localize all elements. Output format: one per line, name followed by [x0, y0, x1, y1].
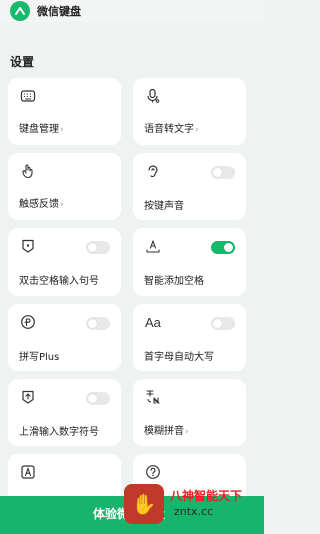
swipe-up-icon — [20, 389, 36, 405]
microphone-icon — [145, 88, 161, 104]
smart-space-toggle[interactable] — [211, 241, 235, 254]
app-title: 微信键盘 — [37, 5, 81, 18]
chevron-right-icon: › — [60, 125, 64, 135]
card-swipe-numbers: 上滑输入数字符号 — [8, 379, 121, 446]
auto-capitalize-toggle[interactable] — [211, 317, 235, 330]
card-voice-to-text[interactable]: 语音转文字› — [133, 78, 246, 145]
card-smart-space: 智能添加空格 — [133, 228, 246, 296]
watermark-line2: zntx.cc — [174, 505, 214, 518]
chevron-right-icon: › — [195, 125, 199, 135]
spell-plus-icon — [20, 314, 36, 330]
card-fuzzy-pinyin[interactable]: 模糊拼音› — [133, 379, 246, 446]
double-space-label: 双击空格输入句号 — [19, 276, 99, 287]
help-icon — [145, 464, 161, 480]
haptic-feedback-label: 触感反馈 — [19, 199, 59, 210]
card-auto-capitalize: Aa 首字母自动大写 — [133, 304, 246, 371]
smart-space-label: 智能添加空格 — [144, 276, 204, 287]
pinyin-plus-toggle[interactable] — [86, 317, 110, 330]
chevron-right-icon: › — [185, 427, 189, 437]
aa-icon: Aa — [145, 314, 162, 330]
app-header: 微信键盘 — [0, 0, 264, 22]
fuzzy-pinyin-label: 模糊拼音 — [144, 426, 184, 437]
card-key-sound: 按键声音 — [133, 153, 246, 220]
voice-to-text-label: 语音转文字 — [144, 124, 194, 135]
card-double-space: 双击空格输入句号 — [8, 228, 121, 296]
watermark: ✋ 八神智能天下 zntx.cc — [122, 481, 264, 527]
swipe-numbers-toggle[interactable] — [86, 392, 110, 405]
wechat-keyboard-logo-icon — [10, 1, 30, 21]
space-icon — [145, 238, 161, 254]
chevron-right-icon: › — [60, 200, 64, 210]
card-pinyin-plus: 拼写Plus — [8, 304, 121, 371]
keyboard-manage-label: 键盘管理 — [19, 124, 59, 135]
swipe-numbers-label: 上滑输入数字符号 — [19, 427, 99, 438]
keyboard-icon — [20, 88, 36, 104]
auto-capitalize-label: 首字母自动大写 — [144, 352, 214, 363]
letter-a-icon — [20, 464, 36, 480]
watermark-line1: 八神智能天下 — [170, 489, 243, 503]
pinyin-plus-label: 拼写Plus — [19, 352, 60, 363]
ear-icon — [145, 163, 161, 179]
double-space-toggle[interactable] — [86, 241, 110, 254]
tap-hand-icon — [20, 163, 36, 179]
watermark-logo-icon: ✋ — [124, 484, 164, 524]
card-keyboard-manage[interactable]: 键盘管理› — [8, 78, 121, 145]
key-sound-label: 按键声音 — [144, 201, 184, 212]
keycap-dot-icon — [20, 238, 36, 254]
card-haptic-feedback[interactable]: 触感反馈› — [8, 153, 121, 220]
fuzzy-pinyin-icon — [145, 389, 161, 405]
svg-text:Aa: Aa — [145, 315, 162, 330]
key-sound-toggle[interactable] — [211, 166, 235, 179]
section-title: 设置 — [10, 55, 35, 69]
